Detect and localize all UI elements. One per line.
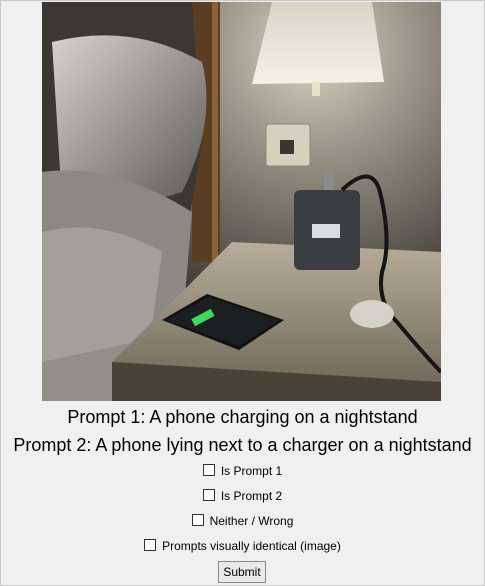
nightstand-photo [42, 2, 441, 401]
option-visually-identical[interactable]: Prompts visually identical (image) [0, 538, 485, 554]
submit-button[interactable]: Submit [218, 561, 266, 583]
prompt-2-label: Prompt 2: A phone lying next to a charge… [13, 435, 472, 455]
checkbox-visually-identical[interactable] [144, 539, 157, 551]
prompt-image [42, 2, 441, 401]
option-label: Neither / Wrong [209, 514, 294, 528]
checkbox-is-prompt-2[interactable] [202, 489, 215, 501]
option-neither-wrong[interactable]: Neither / Wrong [0, 513, 485, 529]
checkbox-neither-wrong[interactable] [191, 514, 204, 526]
option-label: Prompts visually identical (image) [162, 539, 341, 553]
option-is-prompt-1[interactable]: Is Prompt 1 [0, 463, 485, 479]
prompt-1-label: Prompt 1: A phone charging on a nightsta… [67, 407, 418, 427]
option-label: Is Prompt 2 [220, 489, 283, 503]
option-is-prompt-2[interactable]: Is Prompt 2 [0, 488, 485, 504]
checkbox-is-prompt-1[interactable] [202, 464, 215, 476]
option-label: Is Prompt 1 [220, 464, 283, 478]
